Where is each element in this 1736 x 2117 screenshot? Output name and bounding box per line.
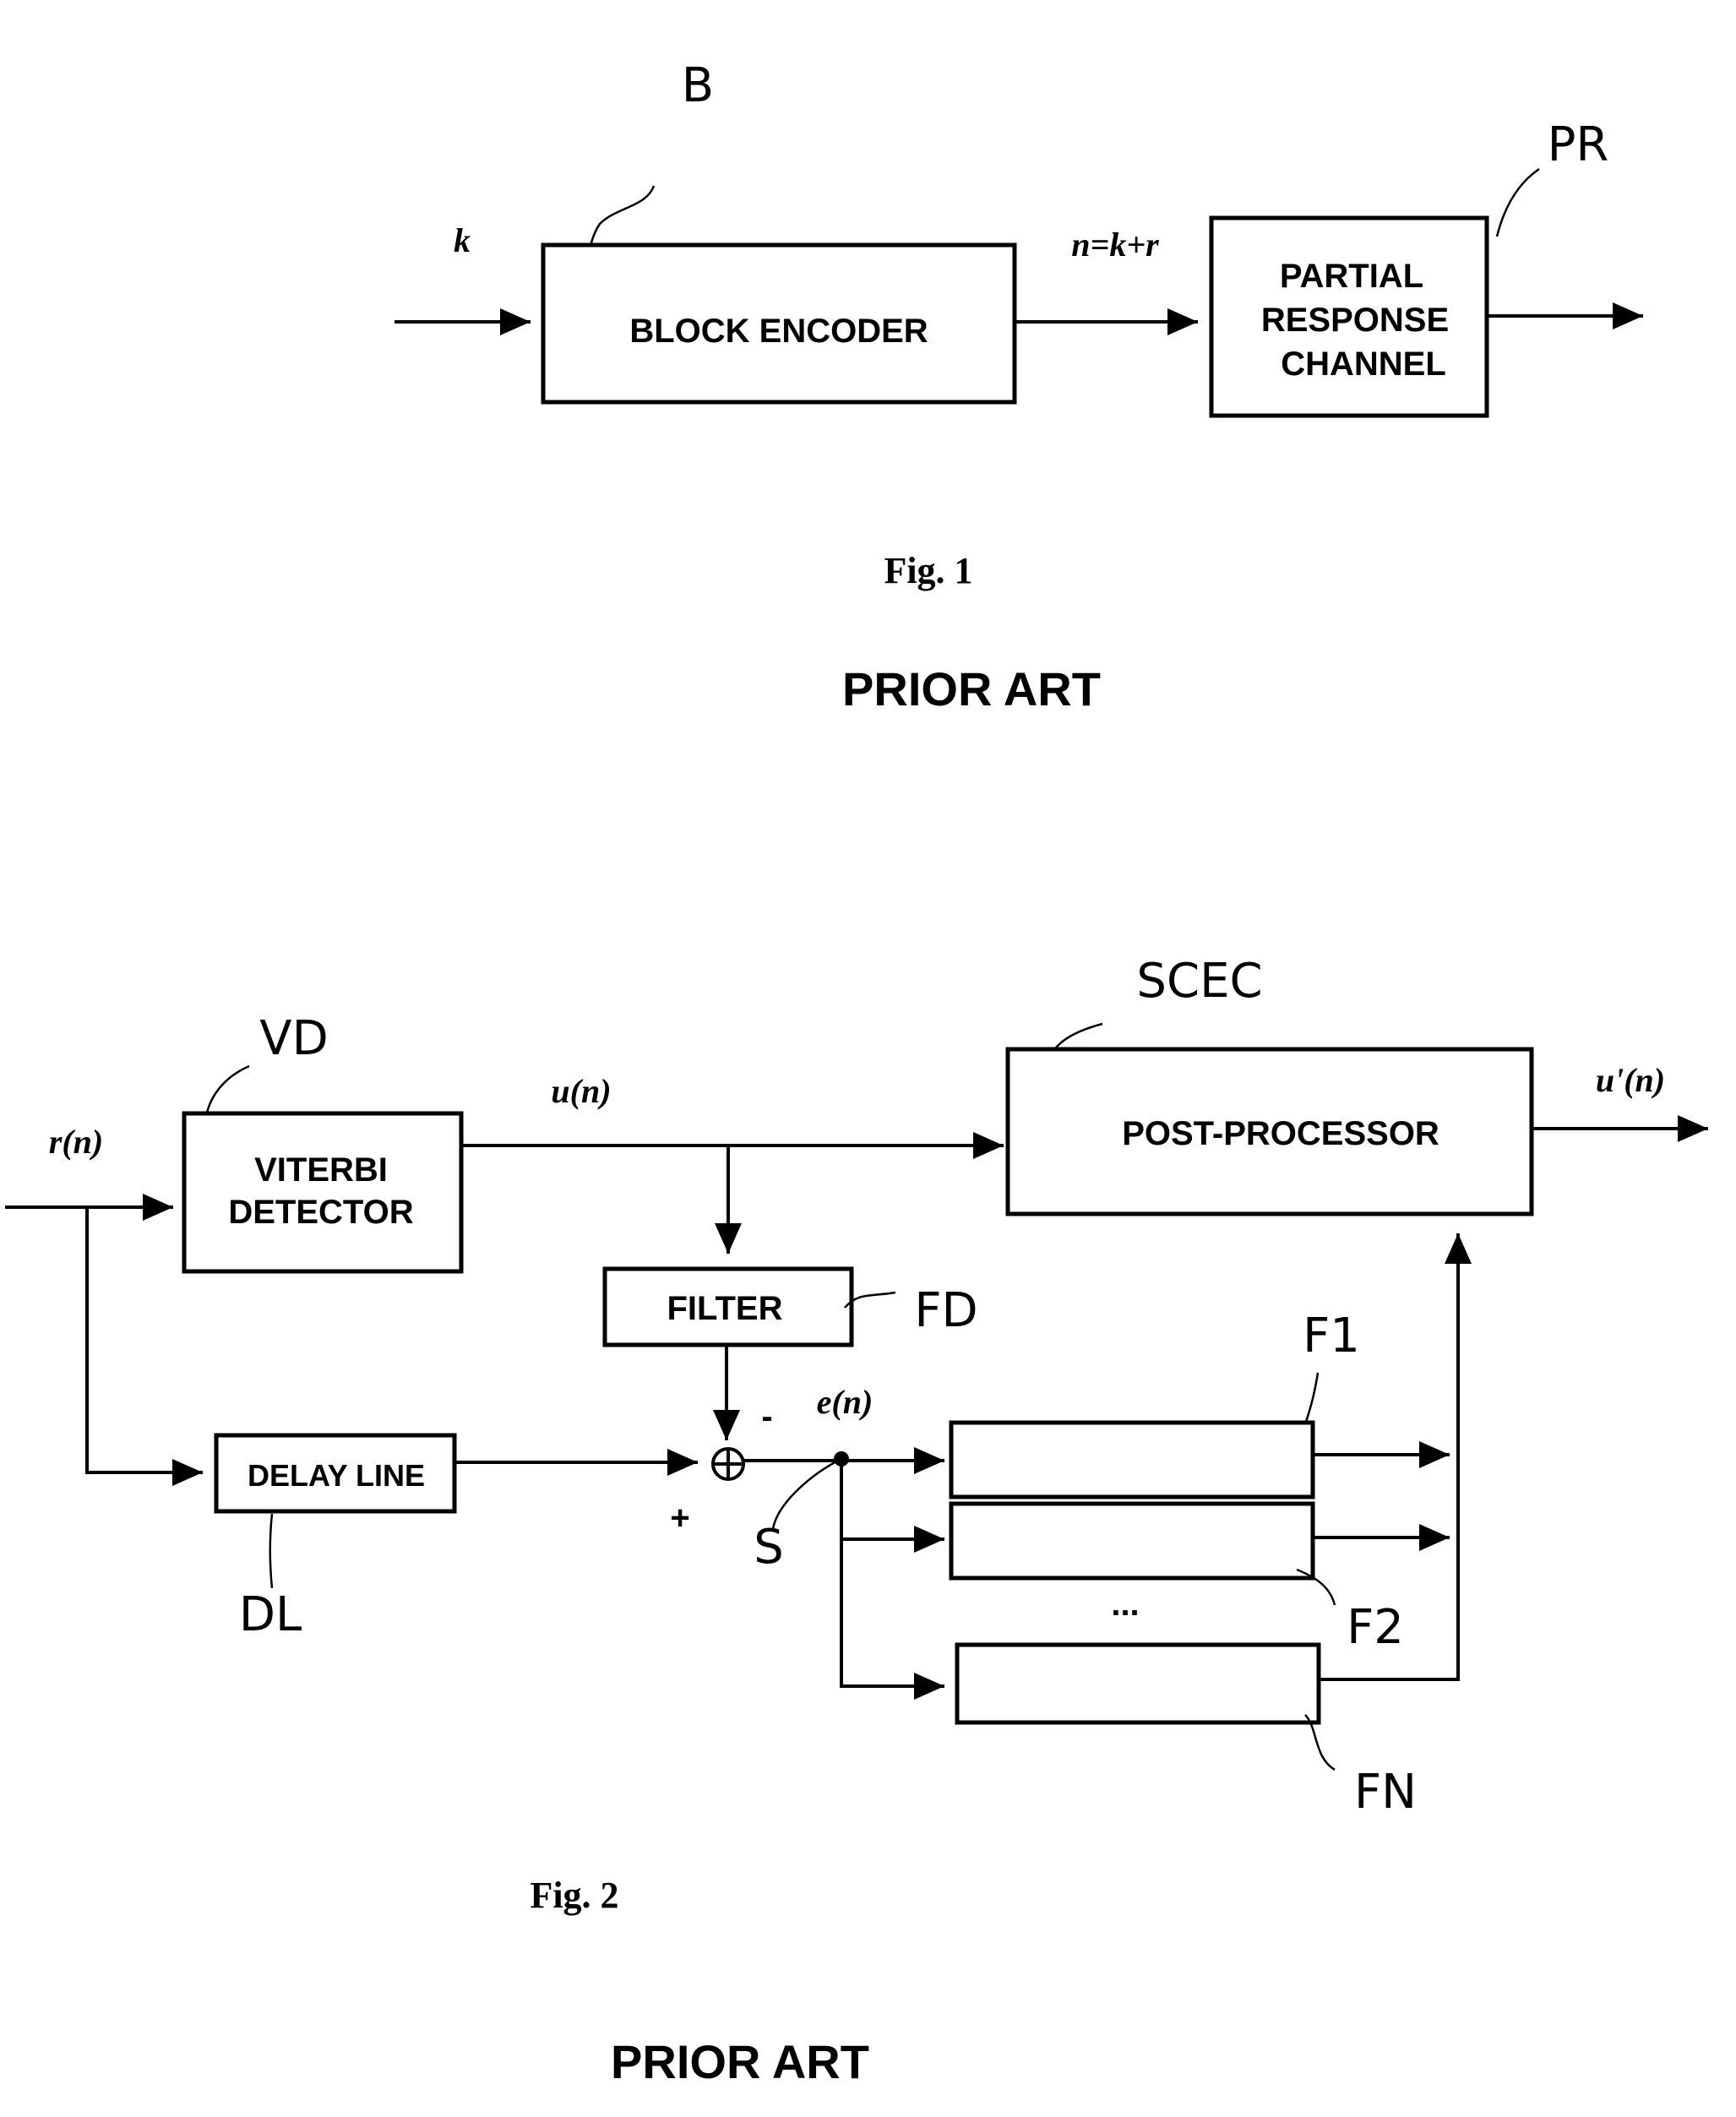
partial-response-channel-box: PARTIAL RESPONSE CHANNEL (1209, 215, 1489, 418)
block-encoder-ref-label: B (682, 58, 714, 113)
block-encoder-label: BLOCK ENCODER (629, 313, 928, 350)
vd-ref-label: VD (259, 1011, 328, 1066)
input-k-label: k (454, 221, 471, 259)
scec-ref-label: SCEC (1136, 954, 1262, 1009)
n-equals-k-plus-r-label: n=k+r (1071, 226, 1159, 264)
block-encoder-box: BLOCK ENCODER (541, 242, 1017, 405)
f1-leader-line (1303, 1372, 1320, 1425)
fig2-caption: Fig. 2 (530, 1875, 618, 1916)
figure-1: B k BLOCK ENCODER n=k+r PR PARTIAL RESPO… (395, 58, 1643, 716)
dl-leader-line (269, 1513, 274, 1589)
dl-ref-label: DL (239, 1587, 302, 1642)
minus-sign: - (761, 1398, 772, 1435)
viterbi-label-line-2: DETECTOR (228, 1194, 413, 1231)
delay-line-box: DELAY LINE (214, 1433, 457, 1514)
patent-drawing-sheet: B k BLOCK ENCODER n=k+r PR PARTIAL RESPO… (5, 58, 1708, 2088)
pr-label-line-1: PARTIAL (1280, 258, 1423, 295)
s-leader-line (771, 1457, 842, 1530)
en-label: e(n) (817, 1383, 873, 1421)
post-processor-label: POST-PROCESSOR (1122, 1115, 1439, 1152)
fd-ref-label: FD (914, 1283, 977, 1338)
filter-box: FILTER (602, 1266, 854, 1347)
filter-f1-box (949, 1420, 1315, 1499)
post-processor-box: POST-PROCESSOR (1005, 1047, 1534, 1216)
f1-ref-label: F1 (1303, 1309, 1360, 1363)
figure-2: r(n) VD VITERBI DETECTOR u(n) SCEC POST-… (5, 954, 1708, 2088)
delay-line-label: DELAY LINE (248, 1458, 425, 1493)
filter-fn-box (955, 1642, 1321, 1725)
s-ref-label: S (754, 1520, 784, 1575)
fig1-caption: Fig. 1 (884, 550, 972, 591)
summing-node (711, 1447, 745, 1481)
filter-label: FILTER (667, 1290, 782, 1327)
output-un-prime-label: u'(n) (1596, 1061, 1665, 1099)
f2-ref-label: F2 (1347, 1600, 1404, 1655)
pr-label-line-3: CHANNEL (1281, 346, 1446, 383)
un-label: u(n) (551, 1072, 611, 1110)
pr-label-line-2: RESPONSE (1261, 302, 1449, 339)
pr-leader-line (1495, 167, 1540, 237)
split-to-fn-wire (840, 1459, 944, 1700)
fn-ref-label: FN (1354, 1765, 1417, 1820)
input-rn-label: r(n) (49, 1123, 103, 1161)
fig1-prior-art-label: PRIOR ART (842, 662, 1101, 716)
viterbi-label-line-1: VITERBI (254, 1151, 388, 1189)
ellipsis-more-filters: ... (1111, 1586, 1139, 1623)
viterbi-detector-box: VITERBI DETECTOR (182, 1111, 464, 1274)
filter-f2-box (949, 1501, 1315, 1581)
plus-sign: + (670, 1499, 689, 1537)
pr-ref-label: PR (1548, 117, 1609, 172)
fig2-prior-art-label: PRIOR ART (611, 2035, 869, 2088)
